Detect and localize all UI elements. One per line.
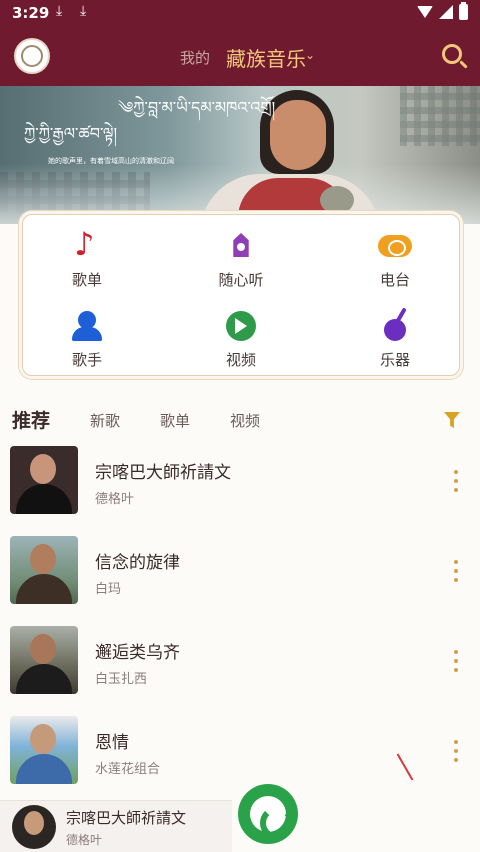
mini-player[interactable]: 宗喀巴大師祈請文 德格叶 <box>0 800 232 852</box>
feature-video[interactable]: 视频 <box>191 309 291 370</box>
feature-radio[interactable]: 电台 <box>345 229 445 290</box>
more-options-icon[interactable] <box>454 740 458 762</box>
song-artist: 白玛 <box>95 582 122 597</box>
playlist-icon <box>70 225 104 263</box>
tab-recommend[interactable]: 推荐 <box>12 406 50 433</box>
player-avatar <box>12 805 56 849</box>
banner[interactable]: ༄ཀྱེ་བླ་མ་ཡི་དམ་མཁའ་འགྲོ། ཀྱེ་ཀྱི་རྒྱལ་ཚ… <box>0 86 480 224</box>
tab-playlists[interactable]: 歌单 <box>160 410 190 431</box>
song-title: 信念的旋律 <box>95 553 180 573</box>
song-cover <box>10 716 78 784</box>
song-artist: 水莲花组合 <box>95 762 161 777</box>
tab-tibetan-music[interactable]: 藏族音乐 <box>226 43 306 72</box>
feature-instrument[interactable]: 乐器 <box>345 309 445 370</box>
feature-card: 歌单 随心听 电台 歌手 视频 乐器 <box>22 214 460 376</box>
more-options-icon[interactable] <box>454 560 458 582</box>
song-title: 宗喀巴大師祈請文 <box>95 463 231 483</box>
song-row[interactable]: 邂逅类乌齐 白玉扎西 <box>0 626 480 706</box>
song-cover <box>10 536 78 604</box>
banner-tibetan-text: ཀྱེ་ཀྱི་རྒྱལ་ཚབ་ལྟེ། <box>24 124 118 143</box>
battery-icon <box>459 2 468 20</box>
signal-icon <box>439 5 453 19</box>
banner-caption: 她的歌声里，有着雪域高山的清澈和辽阔 <box>48 157 174 165</box>
song-cover <box>10 446 78 514</box>
video-icon <box>224 309 258 343</box>
song-title: 恩情 <box>95 733 129 753</box>
app-header: 3:29 ⤓ ⤓ 我的 藏族音乐 ⌄ <box>0 0 480 86</box>
search-icon[interactable] <box>442 44 462 64</box>
feature-singer[interactable]: 歌手 <box>37 309 137 370</box>
more-options-icon[interactable] <box>454 650 458 672</box>
player-title: 宗喀巴大師祈請文 <box>66 809 187 827</box>
status-time: 3:29 <box>12 4 50 22</box>
feature-random-listen[interactable]: 随心听 <box>191 229 291 290</box>
song-artist: 德格叶 <box>95 492 135 507</box>
song-artist: 白玉扎西 <box>95 672 148 687</box>
banner-tibetan-text: ༄ཀྱེ་བླ་མ་ཡི་དམ་མཁའ་འགྲོ། <box>118 98 276 117</box>
song-row[interactable]: 恩情 水莲花组合 <box>0 716 480 796</box>
song-cover <box>10 626 78 694</box>
tab-mine[interactable]: 我的 <box>180 47 210 68</box>
filter-icon[interactable] <box>444 412 460 428</box>
more-options-icon[interactable] <box>454 470 458 492</box>
tab-videos[interactable]: 视频 <box>230 410 260 431</box>
tab-new-songs[interactable]: 新歌 <box>90 410 120 431</box>
singer-icon <box>70 309 104 343</box>
download-icon: ⤓ <box>80 3 87 19</box>
chevron-down-icon[interactable]: ⌄ <box>305 48 315 62</box>
download-icon: ⤓ <box>56 3 63 19</box>
player-artist: 德格叶 <box>66 833 103 847</box>
song-row[interactable]: 宗喀巴大師祈請文 德格叶 <box>0 446 480 526</box>
instrument-icon <box>378 309 412 343</box>
status-bar: 3:29 ⤓ ⤓ <box>0 0 480 26</box>
song-row[interactable]: 信念的旋律 白玛 <box>0 536 480 616</box>
random-listen-icon <box>224 229 258 263</box>
song-title: 邂逅类乌齐 <box>95 643 180 663</box>
app-logo-icon <box>238 784 298 844</box>
radio-icon <box>378 229 412 263</box>
feature-playlist[interactable]: 歌单 <box>37 225 137 290</box>
wifi-icon <box>417 6 433 18</box>
user-avatar[interactable] <box>14 38 50 74</box>
